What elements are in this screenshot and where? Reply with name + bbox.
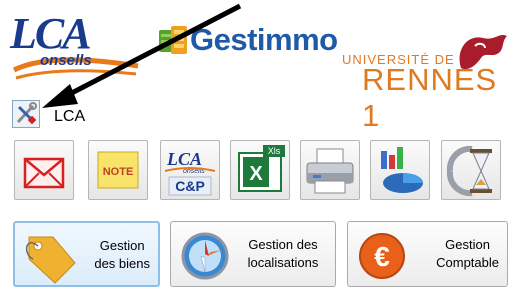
mail-button[interactable] [14,140,74,200]
printer-icon [306,148,354,194]
charts-button[interactable] [370,140,430,200]
charts-icon [381,147,423,193]
module-label-biens: Gestion des biens [94,237,150,273]
tools-icon[interactable] [12,100,40,128]
svg-text:LCA: LCA [166,149,202,169]
app-header: LCA onsells Gestimmo UNIVERSITÉ DE RENNE… [0,0,511,133]
module-label-line1: Gestion des [248,237,318,252]
module-label-line2: localisations [247,255,319,270]
print-button[interactable] [300,140,360,200]
module-label-localisations: Gestion des localisations [237,236,329,272]
note-icon: NOTE [97,151,139,189]
svg-text:C&P: C&P [175,178,205,194]
euro-icon: € [359,233,405,279]
module-button-biens[interactable]: Gestion des biens [13,221,160,287]
squirrel-logo-icon [459,34,507,70]
module-button-localisations[interactable]: Gestion des localisations [170,221,336,287]
history-button[interactable] [441,140,501,200]
excel-export-button[interactable]: X Xls [230,140,290,200]
hourglass-icon [446,145,492,197]
lca-cp-icon: LCA onsells C&P [164,149,216,196]
module-label-line1: Gestion [445,237,490,252]
module-label-line2: Comptable [436,255,499,270]
user-name: LCA [54,108,86,125]
module-button-comptable[interactable]: € Gestion Comptable [347,221,508,287]
app-title: Gestimmo [190,22,338,57]
lca-logo-subtext: onsells [40,52,92,69]
user-row: LCA [12,100,412,130]
svg-text:NOTE: NOTE [103,166,134,178]
module-label-line2: des biens [94,256,150,271]
compass-icon [181,232,229,280]
module-label-comptable: Gestion Comptable [436,236,499,272]
tag-icon [26,236,76,284]
excel-icon: X Xls [238,145,285,192]
module-label-line1: Gestion [99,238,145,253]
database-icon [159,26,187,54]
svg-text:Xls: Xls [268,146,281,156]
quick-toolbar: NOTE LCA onsells C&P X Xls [0,130,511,210]
note-button[interactable]: NOTE [88,140,148,200]
screwdriver-wrench-icon [16,102,37,125]
mail-icon [23,157,65,189]
svg-text:€: € [374,241,390,272]
lca-conseils-logo: LCA onsells [10,8,140,83]
svg-text:X: X [249,163,263,185]
lca-cp-button[interactable]: LCA onsells C&P [160,140,220,200]
